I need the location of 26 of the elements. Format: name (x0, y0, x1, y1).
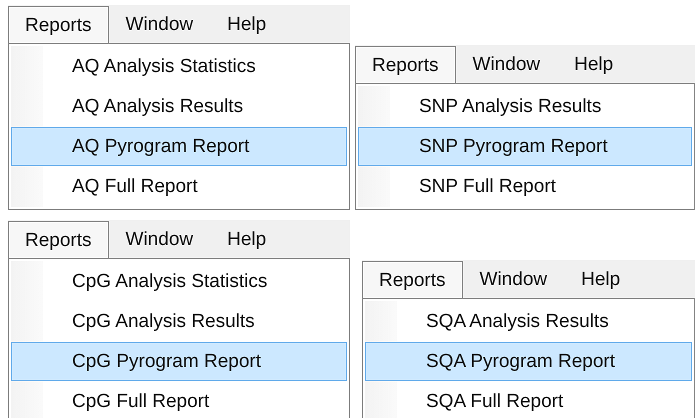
menu-bar-item[interactable]: Help (210, 220, 284, 258)
menu-item[interactable]: AQ Analysis Statistics (11, 47, 347, 86)
menu-item[interactable]: SQA Full Report (365, 382, 692, 418)
menu-item[interactable]: SNP Full Report (358, 167, 692, 206)
menu-bar-item[interactable]: Window (108, 220, 210, 258)
menu-bar-item[interactable]: Reports (8, 221, 109, 259)
menu-bar-item[interactable]: Help (210, 5, 284, 43)
menu-item[interactable]: SNP Pyrogram Report (358, 127, 692, 166)
menu-bar-item[interactable]: Window (462, 260, 564, 298)
menu-item[interactable]: AQ Pyrogram Report (11, 127, 347, 166)
menu-bar-item[interactable]: Reports (355, 46, 456, 84)
menu-item[interactable]: AQ Full Report (11, 167, 347, 206)
menu-bar-item[interactable]: Help (557, 45, 630, 83)
menu-bar-item[interactable]: Help (564, 260, 638, 298)
menu-item[interactable]: SQA Pyrogram Report (365, 342, 692, 381)
menu-bar-item[interactable]: Reports (8, 6, 109, 44)
menu-item[interactable]: SQA Analysis Results (365, 302, 692, 341)
menu-item[interactable]: CpG Analysis Results (11, 302, 347, 341)
menu-item[interactable]: CpG Full Report (11, 382, 347, 418)
menu-item[interactable]: CpG Pyrogram Report (11, 342, 347, 381)
menu-item[interactable]: SNP Analysis Results (358, 87, 692, 126)
menu-item[interactable]: CpG Analysis Statistics (11, 262, 347, 301)
menu-bar-item[interactable]: Reports (362, 261, 463, 299)
menu-bar-item[interactable]: Window (108, 5, 210, 43)
menu-bar-item[interactable]: Window (456, 45, 558, 83)
menu-item[interactable]: AQ Analysis Results (11, 87, 347, 126)
